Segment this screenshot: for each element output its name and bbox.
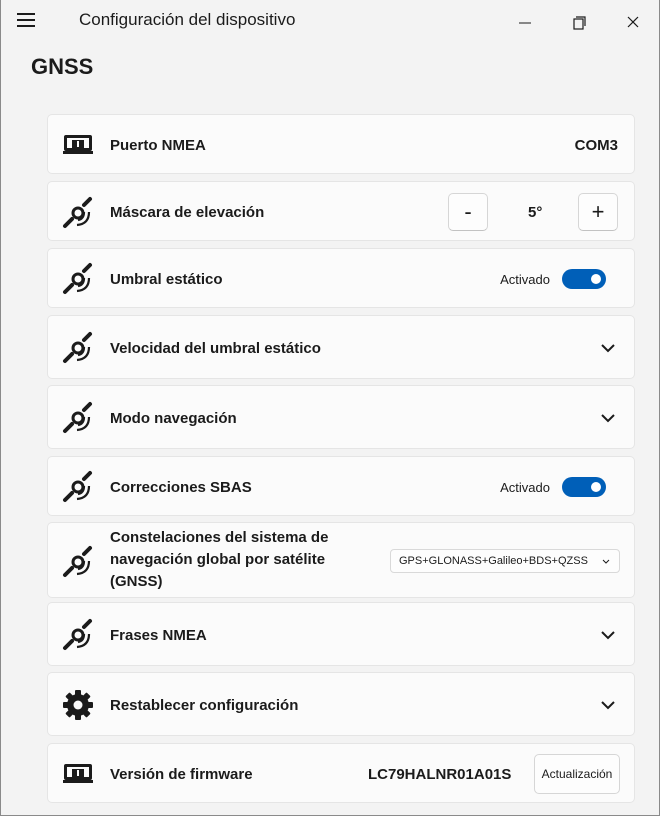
chevron-down-icon[interactable]: [598, 408, 618, 428]
satellite-icon: [63, 546, 92, 577]
gear-icon: [63, 690, 93, 720]
minimize-icon: [519, 22, 531, 24]
app-window: Configuración del dispositivo GNSS Puert…: [0, 0, 660, 816]
nmea-port-value: COM3: [574, 137, 618, 154]
setting-nmea-port: Puerto NMEA COM3: [47, 114, 635, 174]
decrement-button[interactable]: -: [448, 193, 488, 231]
firmware-version: LC79HALNR01A01S: [368, 766, 512, 783]
constellations-label-line: (GNSS): [110, 573, 163, 590]
elevation-mask-value: 5°: [528, 204, 543, 221]
satellite-icon: [63, 402, 92, 433]
navigation-mode-label: Modo navegación: [110, 410, 237, 427]
constellations-label-line: Constelaciones del sistema de: [110, 529, 329, 546]
toggle-state-label: Activado: [500, 271, 550, 287]
maximize-button[interactable]: [557, 4, 603, 40]
increment-button[interactable]: +: [578, 193, 618, 231]
sbas-toggle[interactable]: Activado: [500, 477, 606, 497]
hamburger-icon[interactable]: [15, 9, 39, 31]
toggle-switch[interactable]: [562, 269, 606, 289]
static-threshold-label: Umbral estático: [110, 271, 223, 288]
toggle-state-label: Activado: [500, 479, 550, 495]
chip-icon: [63, 764, 93, 783]
sbas-label: Correcciones SBAS: [110, 479, 252, 496]
setting-sbas: Correcciones SBAS Activado: [47, 456, 635, 516]
setting-static-threshold-speed[interactable]: Velocidad del umbral estático: [47, 315, 635, 379]
chevron-down-icon[interactable]: [598, 625, 618, 645]
elevation-mask-label: Máscara de elevación: [110, 204, 265, 221]
close-button[interactable]: [610, 4, 656, 40]
nmea-sentences-label: Frases NMEA: [110, 627, 207, 644]
constellations-selected-value: GPS+GLONASS+Galileo+BDS+QZSS: [399, 555, 588, 567]
constellations-label: Constelaciones del sistema de navegación…: [110, 527, 328, 593]
maximize-icon: [573, 16, 586, 30]
setting-nmea-sentences[interactable]: Frases NMEA: [47, 602, 635, 666]
static-threshold-speed-label: Velocidad del umbral estático: [110, 340, 321, 357]
satellite-icon: [63, 263, 92, 294]
setting-static-threshold: Umbral estático Activado: [47, 248, 635, 308]
toggle-switch[interactable]: [562, 477, 606, 497]
setting-navigation-mode[interactable]: Modo navegación: [47, 385, 635, 449]
minimize-button[interactable]: [503, 4, 549, 40]
setting-reset[interactable]: Restablecer configuración: [47, 672, 635, 736]
setting-constellations: Constelaciones del sistema de navegación…: [47, 522, 635, 598]
satellite-icon: [63, 332, 92, 363]
chevron-down-icon: [602, 559, 610, 564]
satellite-icon: [63, 196, 93, 228]
constellations-label-line: navegación global por satélite: [110, 551, 326, 568]
page-title: GNSS: [31, 54, 94, 79]
reset-label: Restablecer configuración: [110, 697, 299, 714]
constellations-select[interactable]: GPS+GLONASS+Galileo+BDS+QZSS: [390, 549, 620, 573]
satellite-icon: [63, 471, 92, 502]
setting-elevation-mask: Máscara de elevación - 5° +: [47, 181, 635, 241]
close-icon: [627, 16, 639, 28]
satellite-icon: [63, 619, 92, 650]
update-button[interactable]: Actualización: [534, 754, 620, 794]
chevron-down-icon[interactable]: [598, 338, 618, 358]
chevron-down-icon[interactable]: [598, 695, 618, 715]
firmware-label: Versión de firmware: [110, 766, 253, 783]
setting-firmware: Versión de firmware LC79HALNR01A01S Actu…: [47, 743, 635, 803]
static-threshold-toggle[interactable]: Activado: [500, 269, 606, 289]
chip-icon: [63, 135, 93, 154]
title-bar: Configuración del dispositivo: [1, 0, 659, 44]
nmea-port-label: Puerto NMEA: [110, 137, 206, 154]
window-title: Configuración del dispositivo: [79, 10, 296, 29]
